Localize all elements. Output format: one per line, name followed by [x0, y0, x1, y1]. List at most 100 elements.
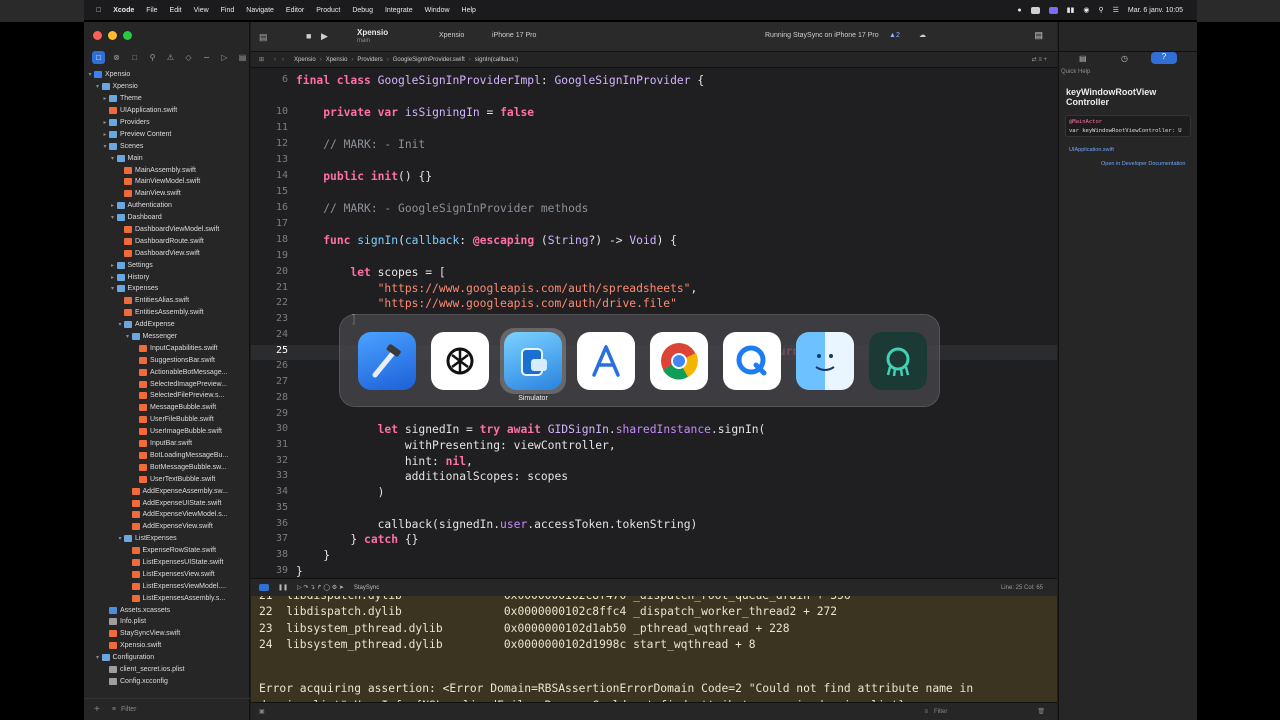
tree-group[interactable]: ▸ Providers: [84, 117, 250, 129]
declared-in-file[interactable]: UIApplication.swift: [1069, 147, 1114, 153]
disclosure-chevron-icon[interactable]: ▸: [101, 131, 109, 138]
tree-file[interactable]: InputBar.swift: [84, 438, 250, 450]
tree-group[interactable]: ▸ History: [84, 271, 250, 283]
disclosure-chevron-icon[interactable]: ▸: [109, 262, 117, 269]
forward-icon[interactable]: ›: [282, 57, 284, 63]
xcode-app-icon[interactable]: [358, 332, 416, 390]
menu-product[interactable]: Product: [316, 7, 340, 14]
tree-group[interactable]: ▾ Xpensio: [84, 81, 250, 93]
menu-view[interactable]: View: [194, 7, 209, 14]
search-icon[interactable]: ⚲: [1098, 6, 1103, 14]
tree-file[interactable]: Xpensio.swift: [84, 640, 250, 652]
tree-file[interactable]: AddExpenseViewModel.s...: [84, 509, 250, 521]
tree-file[interactable]: EntitiesAlias.swift: [84, 295, 250, 307]
disclosure-chevron-icon[interactable]: ▸: [109, 274, 117, 281]
code-line[interactable]: 13: [251, 154, 1057, 169]
code-line[interactable]: 33 additionalScopes: scopes: [251, 470, 1057, 485]
trash-icon[interactable]: 🗑: [1037, 708, 1045, 715]
stage-manager-icon[interactable]: [1048, 6, 1058, 14]
tree-group[interactable]: ▾ Scenes: [84, 140, 250, 152]
tree-file[interactable]: Config.xcconfig: [84, 675, 250, 687]
disclosure-chevron-icon[interactable]: ▸: [101, 119, 109, 126]
disclosure-chevron-icon[interactable]: ▸: [109, 202, 117, 209]
disclosure-chevron-icon[interactable]: ▾: [94, 83, 102, 90]
find-icon[interactable]: ⚲: [146, 51, 159, 64]
control-center-icon[interactable]: ☰: [1113, 6, 1119, 14]
tree-file[interactable]: client_secret.ios.plist: [84, 664, 250, 676]
tree-file[interactable]: UserFileBubble.swift: [84, 414, 250, 426]
debug-icon[interactable]: ∼: [200, 51, 213, 64]
tree-group[interactable]: ▾ Main: [84, 152, 250, 164]
disclosure-chevron-icon[interactable]: ▾: [86, 71, 94, 78]
back-icon[interactable]: ‹: [274, 57, 276, 63]
screen-mirror-icon[interactable]: [1030, 6, 1040, 14]
disclosure-chevron-icon[interactable]: ▾: [116, 535, 124, 542]
crumb-symbol[interactable]: signIn(callback:): [475, 57, 518, 63]
code-line[interactable]: 19: [251, 250, 1057, 265]
crumb-group[interactable]: Xpensio: [326, 57, 348, 63]
inspector-toggle-icon[interactable]: ▤: [1034, 30, 1043, 41]
cloud-icon[interactable]: ☁: [919, 31, 926, 39]
simulator-app-icon[interactable]: [504, 332, 562, 390]
editor-options-icon[interactable]: ⇄ ≡ +: [1032, 56, 1047, 63]
tree-file[interactable]: InputCapabilities.swift: [84, 342, 250, 354]
tree-file[interactable]: UIApplication.swift: [84, 105, 250, 117]
zoom-button[interactable]: [123, 31, 132, 40]
code-line[interactable]: 35: [251, 502, 1057, 517]
code-line[interactable]: 6 final class GoogleSignInProviderImpl: G…: [251, 74, 1057, 89]
code-line[interactable]: 39}: [251, 565, 1057, 578]
code-line[interactable]: 34 ): [251, 486, 1057, 501]
console-toggle-icon[interactable]: [259, 584, 269, 591]
instruments-app-icon[interactable]: [577, 332, 635, 390]
disclosure-chevron-icon[interactable]: ▾: [94, 654, 102, 661]
filter-input[interactable]: Filter: [121, 706, 137, 713]
close-button[interactable]: [93, 31, 102, 40]
chatgpt-app-icon[interactable]: [431, 332, 489, 390]
source-control-icon[interactable]: ⊗: [110, 51, 123, 64]
disclosure-chevron-icon[interactable]: ▾: [101, 143, 109, 150]
code-line[interactable]: 37 } catch {}: [251, 533, 1057, 548]
sidebar-toggle-icon[interactable]: ▤: [259, 32, 268, 43]
code-line[interactable]: 36 callback(signedIn.user.accessToken.to…: [251, 518, 1057, 533]
tree-group[interactable]: ▾ Configuration: [84, 652, 250, 664]
tree-group[interactable]: ▾ Dashboard: [84, 212, 250, 224]
tree-file[interactable]: DashboardViewModel.swift: [84, 224, 250, 236]
menu-editor[interactable]: Editor: [286, 7, 304, 14]
menu-app-name[interactable]: Xcode: [113, 7, 134, 14]
warning-icon[interactable]: ⚠: [164, 51, 177, 64]
code-line[interactable]: 12 // MARK: - Init: [251, 138, 1057, 153]
tree-file[interactable]: MainViewModel.swift: [84, 176, 250, 188]
tree-file[interactable]: BotLoadingMessageBu...: [84, 450, 250, 462]
tree-group[interactable]: ▾ Xpensio: [84, 69, 250, 81]
tree-group[interactable]: ▾ AddExpense: [84, 319, 250, 331]
disclosure-chevron-icon[interactable]: ▾: [124, 333, 132, 340]
menu-file[interactable]: File: [146, 7, 157, 14]
disclosure-chevron-icon[interactable]: ▾: [109, 285, 117, 292]
menu-window[interactable]: Window: [425, 7, 450, 14]
code-line[interactable]: 11: [251, 122, 1057, 137]
tree-group[interactable]: ▸ Theme: [84, 93, 250, 105]
quicktime-app-icon[interactable]: [723, 332, 781, 390]
console-filter-input[interactable]: Filter: [934, 709, 947, 715]
tree-file[interactable]: MainView.swift: [84, 188, 250, 200]
code-line[interactable]: 32 hint: nil,: [251, 455, 1057, 470]
disclosure-chevron-icon[interactable]: ▾: [116, 321, 124, 328]
report-icon[interactable]: ▤: [236, 51, 249, 64]
tree-file[interactable]: ListExpensesView.swift: [84, 568, 250, 580]
test-icon[interactable]: ◇: [182, 51, 195, 64]
menu-help[interactable]: Help: [462, 7, 476, 14]
chrome-app-icon[interactable]: [650, 332, 708, 390]
tree-file[interactable]: StaySyncView.swift: [84, 628, 250, 640]
auto-icon[interactable]: ▣: [259, 708, 265, 715]
tree-file[interactable]: ListExpensesViewModel....: [84, 580, 250, 592]
code-line[interactable]: [251, 90, 1057, 105]
pause-icon[interactable]: ❚❚: [278, 584, 288, 591]
file-inspector-icon[interactable]: ▤: [1079, 54, 1087, 63]
quick-help-tab[interactable]: ?: [1151, 52, 1177, 64]
tree-file[interactable]: SelectedFilePreview.s...: [84, 390, 250, 402]
tree-group[interactable]: ▾ Expenses: [84, 283, 250, 295]
tree-file[interactable]: AddExpenseAssembly.sw...: [84, 485, 250, 497]
history-icon[interactable]: ◷: [1121, 54, 1128, 63]
tree-file[interactable]: UserTextBubble.swift: [84, 473, 250, 485]
code-line[interactable]: 31 withPresenting: viewController,: [251, 439, 1057, 454]
